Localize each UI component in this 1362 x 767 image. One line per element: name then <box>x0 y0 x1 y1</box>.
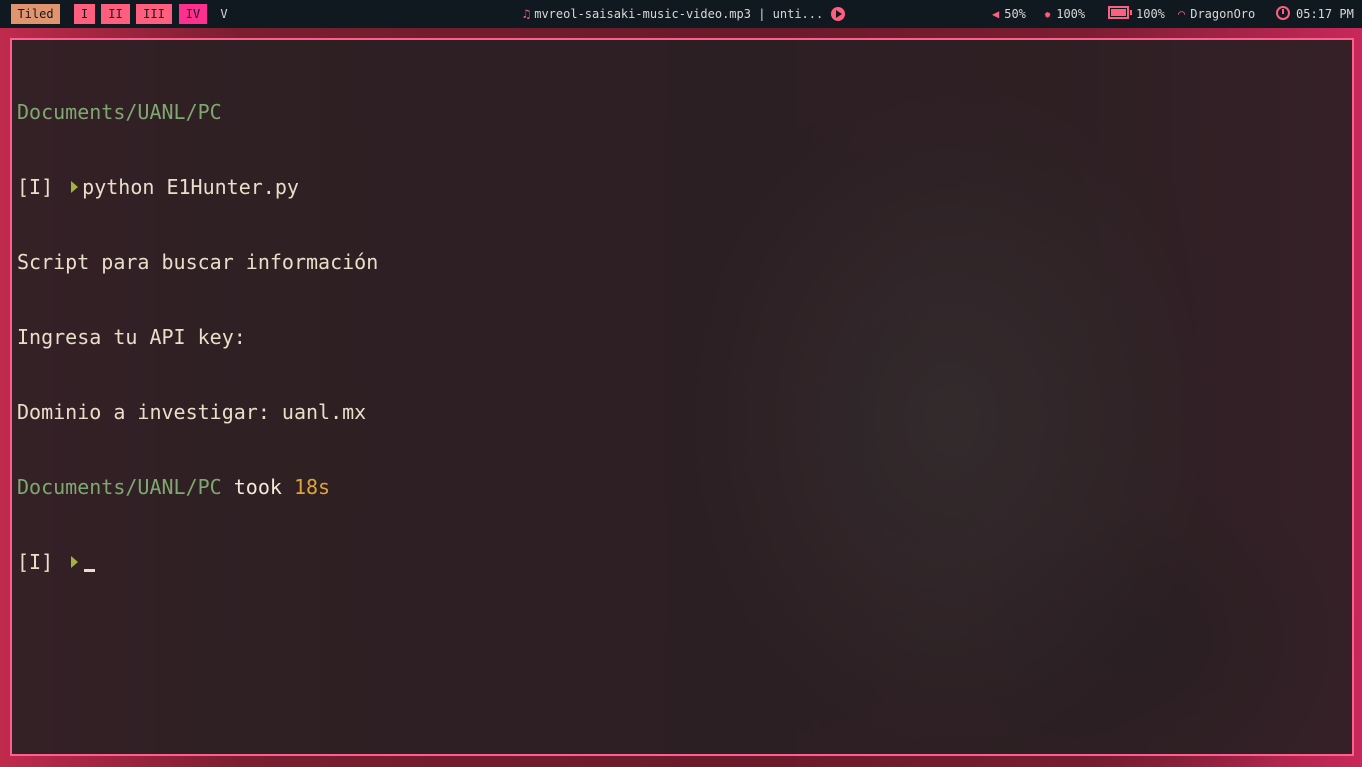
terminal-line: Documents/UANL/PC took 18s <box>17 475 378 500</box>
output-text: Script para buscar información <box>17 250 379 274</box>
clock: 05:17 PM <box>1276 4 1354 24</box>
command-text: python E1Hunter.py <box>82 175 299 199</box>
volume-indicator[interactable]: ◀ 50% <box>992 4 1026 24</box>
play-icon[interactable] <box>831 7 846 21</box>
terminal-output: Documents/UANL/PC [I] python E1Hunter.py… <box>17 50 378 625</box>
battery-icon <box>1108 6 1132 19</box>
wifi-indicator[interactable]: ◠ DragonOro <box>1178 4 1255 24</box>
workspace-2[interactable]: II <box>101 4 130 24</box>
music-note-icon: ♫ <box>523 7 531 21</box>
desktop: Tiled I II III IV V ♫ mvreol-saisaki-musi… <box>0 0 1362 767</box>
brightness-icon: ✹ <box>1044 7 1052 21</box>
terminal-line: [I] python E1Hunter.py <box>17 175 378 200</box>
output-text: Ingresa tu API key: <box>17 325 246 349</box>
speaker-icon: ◀ <box>992 7 1000 21</box>
clock-time: 05:17 PM <box>1296 7 1354 21</box>
battery-value: 100% <box>1136 7 1165 21</box>
text-cursor[interactable] <box>84 569 96 572</box>
top-bar: Tiled I II III IV V ♫ mvreol-saisaki-musi… <box>0 0 1362 28</box>
output-text: Dominio a investigar: uanl.mx <box>17 400 367 424</box>
terminal-line: Script para buscar información <box>17 250 378 275</box>
volume-value: 50% <box>1004 7 1026 21</box>
terminal-line: Documents/UANL/PC <box>17 100 378 125</box>
battery-indicator: 100% <box>1108 4 1165 24</box>
cwd-path: Documents/UANL/PC <box>17 100 222 124</box>
prompt-arrow-icon <box>71 556 79 568</box>
workspace-3[interactable]: III <box>136 4 172 24</box>
vi-mode-indicator: [I] <box>17 550 54 574</box>
vi-mode-indicator: [I] <box>17 175 54 199</box>
command-duration: 18s <box>293 475 331 499</box>
terminal-line: Dominio a investigar: uanl.mx <box>17 400 378 425</box>
prompt-arrow-icon <box>71 181 79 193</box>
brightness-indicator[interactable]: ✹ 100% <box>1044 4 1085 24</box>
media-title: mvreol-saisaki-music-video.mp3 | unti... <box>534 7 824 21</box>
terminal-line: Ingresa tu API key: <box>17 325 378 350</box>
workspace-1[interactable]: I <box>74 4 95 24</box>
terminal-window[interactable]: Documents/UANL/PC [I] python E1Hunter.py… <box>10 38 1354 756</box>
brightness-value: 100% <box>1056 7 1086 21</box>
wifi-icon: ◠ <box>1178 7 1186 21</box>
workspace-5[interactable]: V <box>214 4 234 24</box>
clock-icon <box>1276 6 1290 20</box>
took-label: took <box>233 475 282 499</box>
workspace-4-active[interactable]: IV <box>179 4 207 24</box>
media-player[interactable]: ♫ mvreol-saisaki-music-video.mp3 | unti..… <box>523 4 848 24</box>
wifi-name: DragonOro <box>1190 7 1256 21</box>
layout-indicator[interactable]: Tiled <box>11 4 60 24</box>
terminal-line: [I] <box>17 550 378 575</box>
cwd-path: Documents/UANL/PC <box>17 475 222 499</box>
